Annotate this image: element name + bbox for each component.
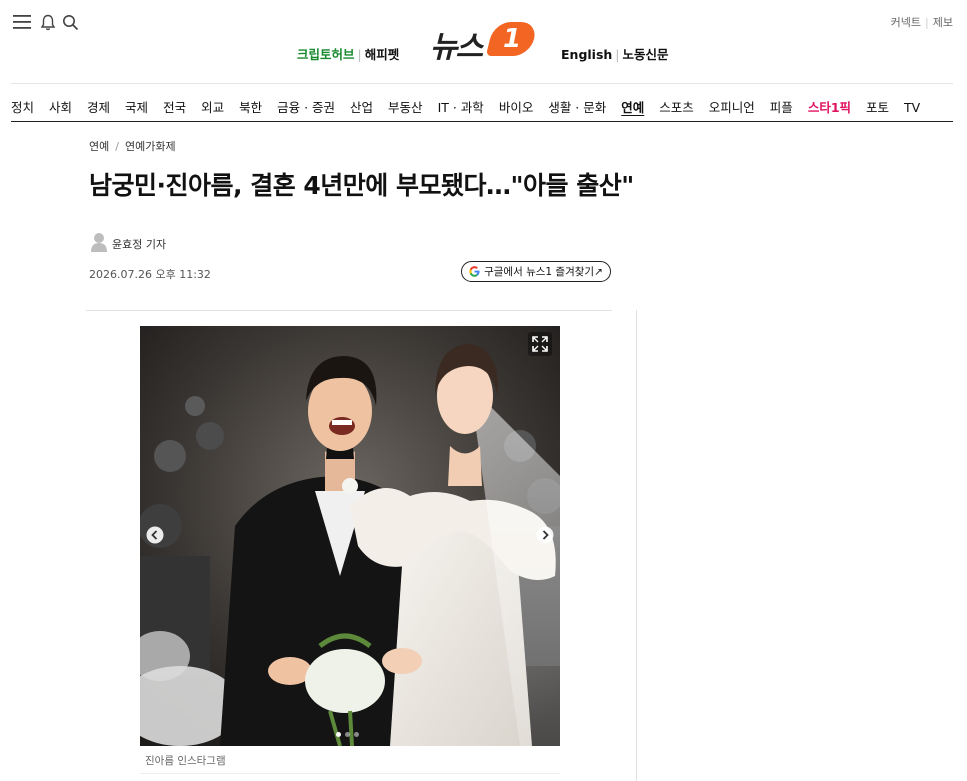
logo-badge-number: 1 [502,24,522,54]
header-divider [11,83,953,84]
nav-item-people[interactable]: 피플 [770,100,793,115]
publish-date: 2026.07.26 오후 11:32 [89,268,211,281]
nav-item-star-pick[interactable]: 스타1픽 [808,100,851,115]
partner-links-right: English | 노동신문 [561,47,669,62]
carousel-dot-active[interactable] [336,732,341,737]
main-nav: 정치 사회 경제 국제 전국 외교 북한 금융 · 증권 산업 부동산 IT · 과학 바이오 생활 ·… [11,97,935,116]
english-link[interactable]: English [561,47,612,62]
nav-item-entertainment[interactable]: 연예 [621,100,644,115]
nav-item-it-science[interactable]: IT · 과학 [438,100,484,115]
article-photo[interactable] [140,326,560,746]
expand-icon[interactable] [528,332,552,356]
carousel-dot[interactable] [345,732,350,737]
nav-item-international[interactable]: 국제 [125,100,148,115]
google-icon [469,266,480,277]
nav-item-opinion[interactable]: 오피니언 [709,100,755,115]
author-name: 윤효정 기자 [112,238,167,251]
sidebar-divider [636,310,637,781]
partner-links-left: 크립토허브 | 해피펫 [297,47,400,62]
search-icon[interactable] [62,14,79,31]
nav-item-industry[interactable]: 산업 [350,100,373,115]
article-header-divider [86,310,612,311]
carousel-dot[interactable] [354,732,359,737]
google-favorite-button[interactable]: 구글에서 뉴스1 즐겨찾기↗ [461,261,611,282]
nav-item-life-culture[interactable]: 생활 · 문화 [548,100,606,115]
star-pick-label: 스타1픽 [807,100,852,115]
nav-item-economy[interactable]: 경제 [87,100,110,115]
connect-link[interactable]: 커넥트 [891,16,921,29]
google-favorite-label: 구글에서 뉴스1 즐겨찾기↗ [484,266,603,278]
caption-divider [140,773,560,774]
nav-item-diplomacy[interactable]: 외교 [201,100,224,115]
logo-badge: 1 [485,22,539,56]
nav-item-national[interactable]: 전국 [163,100,186,115]
article-title: 남궁민·진아름, 결혼 4년만에 부모됐다…"아들 출산" [89,171,634,200]
prev-arrow-icon[interactable] [146,526,164,544]
carousel-dots[interactable] [336,732,359,737]
top-links: 커넥트 | 제보 [890,16,953,29]
breadcrumb-section[interactable]: 연예 [89,140,109,153]
menu-icon[interactable] [13,14,31,30]
crypto-hub-link[interactable]: 크립토허브 [297,47,355,62]
breadcrumb: 연예 / 연예가화제 [89,140,176,153]
nav-item-sports[interactable]: 스포츠 [659,100,694,115]
logo-text: 뉴스 [430,30,483,65]
happypet-link[interactable]: 해피펫 [365,47,400,62]
nav-divider [11,121,953,122]
site-logo[interactable]: 뉴스 1 [430,20,539,65]
report-link[interactable]: 제보 [933,16,953,29]
labor-news-link[interactable]: 노동신문 [623,47,669,62]
nav-item-politics[interactable]: 정치 [11,100,34,115]
bell-icon[interactable] [41,14,55,31]
avatar-icon [91,233,107,252]
nav-item-finance[interactable]: 금융 · 증권 [277,100,335,115]
nav-item-society[interactable]: 사회 [49,100,72,115]
breadcrumb-subsection[interactable]: 연예가화제 [125,140,176,153]
photo-caption: 진아름 인스타그램 [145,755,226,767]
next-arrow-icon[interactable] [536,526,554,544]
nav-item-north-korea[interactable]: 북한 [239,100,262,115]
nav-item-photo[interactable]: 포토 [866,100,889,115]
wedding-photo-image [140,326,560,746]
nav-item-bio[interactable]: 바이오 [499,100,534,115]
nav-item-real-estate[interactable]: 부동산 [388,100,423,115]
nav-item-tv[interactable]: TV [904,100,920,115]
